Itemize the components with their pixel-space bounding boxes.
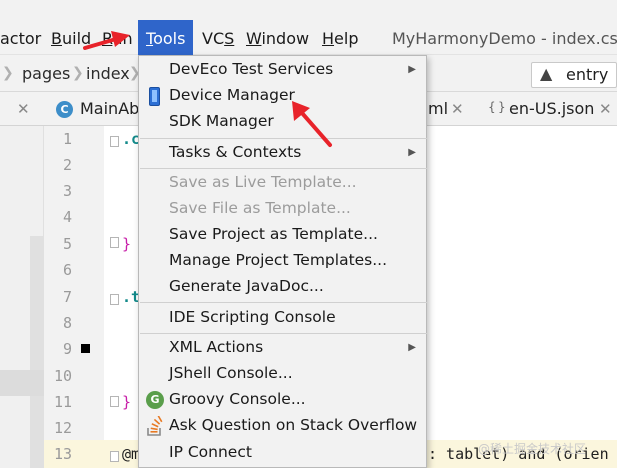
line-number: 4 xyxy=(62,208,72,226)
submenu-arrow-icon: ▶ xyxy=(408,147,416,158)
line-number: 3 xyxy=(62,182,72,200)
menu-build[interactable]: Build xyxy=(51,0,91,55)
submenu-arrow-icon: ▶ xyxy=(408,342,416,353)
menu-tools[interactable]: Tools xyxy=(138,20,194,55)
menu-refactor[interactable]: actor xyxy=(0,0,41,55)
menu-vcs[interactable]: VCS xyxy=(202,0,234,55)
fold-toggle-icon[interactable] xyxy=(110,396,119,407)
code-brace: } xyxy=(122,393,132,411)
device-icon xyxy=(149,87,160,106)
tab-xml[interactable]: ml xyxy=(428,92,448,126)
tab-en-us-json[interactable]: en-US.json xyxy=(509,92,594,126)
fold-toggle-icon[interactable] xyxy=(110,136,119,147)
submenu-arrow-icon: ▶ xyxy=(408,64,416,75)
menu-item-sdk-manager[interactable]: SDK Manager xyxy=(139,110,426,136)
menu-item-ip-connect[interactable]: IP Connect xyxy=(139,441,426,467)
line-number: 11 xyxy=(53,393,72,411)
close-icon[interactable]: ✕ xyxy=(451,92,464,126)
watermark: @稀土掘金技术社区 xyxy=(478,442,587,456)
breadcrumb-pages[interactable]: pages xyxy=(22,55,70,92)
menu-item-manage-project-templates[interactable]: Manage Project Templates... xyxy=(139,249,426,275)
breadcrumb-separator-icon: ❯ xyxy=(2,65,14,81)
bookmark-marker[interactable] xyxy=(81,344,90,353)
line-number: 7 xyxy=(62,288,72,306)
json-file-icon: { } xyxy=(488,100,506,114)
menu-item-deveco-test-services[interactable]: DevEco Test Services ▶ xyxy=(139,58,426,84)
groovy-icon: G xyxy=(146,391,164,409)
breadcrumb-separator-icon: ❯ xyxy=(72,65,84,81)
run-configuration-label: entry xyxy=(566,65,609,84)
tool-window-scrollbar[interactable] xyxy=(30,236,44,468)
breadcrumb-index[interactable]: index xyxy=(86,55,130,92)
fold-toggle-icon[interactable] xyxy=(110,237,119,248)
menu-item-tasks-contexts[interactable]: Tasks & Contexts ▶ xyxy=(139,141,426,167)
menu-item-generate-javadoc[interactable]: Generate JavaDoc... xyxy=(139,275,426,301)
menu-run[interactable]: Run xyxy=(102,0,133,55)
line-number: 8 xyxy=(62,314,72,332)
selected-tree-row[interactable] xyxy=(0,370,44,396)
project-tool-window xyxy=(0,126,44,468)
window-title: MyHarmonyDemo - index.css [e xyxy=(392,29,617,48)
menu-separator xyxy=(140,302,427,303)
menu-item-save-as-live-template: Save as Live Template... xyxy=(169,173,357,191)
line-number: 12 xyxy=(53,419,72,437)
menu-separator xyxy=(140,168,427,169)
menu-window[interactable]: Window xyxy=(246,0,309,55)
line-number: 2 xyxy=(62,156,72,174)
menu-item-save-file-as-template: Save File as Template... xyxy=(169,199,351,217)
menu-item-save-project-as-template[interactable]: Save Project as Template... xyxy=(139,223,426,249)
close-icon[interactable]: ✕ xyxy=(599,92,612,126)
code-brace: } xyxy=(122,235,132,253)
line-number: 9 xyxy=(62,340,72,358)
menu-separator xyxy=(140,138,427,139)
menu-item-jshell-console[interactable]: JShell Console... xyxy=(139,362,426,388)
stack-overflow-icon xyxy=(147,416,163,436)
line-number: 5 xyxy=(62,235,72,253)
menu-help[interactable]: Help xyxy=(322,0,358,55)
class-file-icon: C xyxy=(56,101,73,118)
tools-dropdown-menu: DevEco Test Services ▶ Device Manager SD… xyxy=(138,55,427,468)
tab-mainability[interactable]: MainAb xyxy=(80,92,139,126)
run-configuration-select[interactable]: ▲ entry xyxy=(531,62,617,88)
menu-item-ask-stack-overflow[interactable]: Ask Question on Stack Overflow xyxy=(139,414,426,440)
module-icon: ▲ xyxy=(540,64,553,83)
fold-toggle-icon[interactable] xyxy=(110,294,119,305)
close-icon[interactable]: ✕ xyxy=(17,92,30,126)
line-number: 6 xyxy=(62,261,72,279)
line-number: 1 xyxy=(62,130,72,148)
menu-item-xml-actions[interactable]: XML Actions ▶ xyxy=(139,336,426,362)
line-number: 13 xyxy=(53,445,72,463)
menu-separator xyxy=(140,333,427,334)
menu-item-groovy-console[interactable]: G Groovy Console... xyxy=(139,388,426,414)
menu-item-ide-scripting-console[interactable]: IDE Scripting Console xyxy=(139,306,426,332)
line-number: 10 xyxy=(53,367,72,385)
fold-toggle-icon[interactable] xyxy=(110,451,119,462)
menu-item-device-manager[interactable]: Device Manager xyxy=(139,84,426,110)
